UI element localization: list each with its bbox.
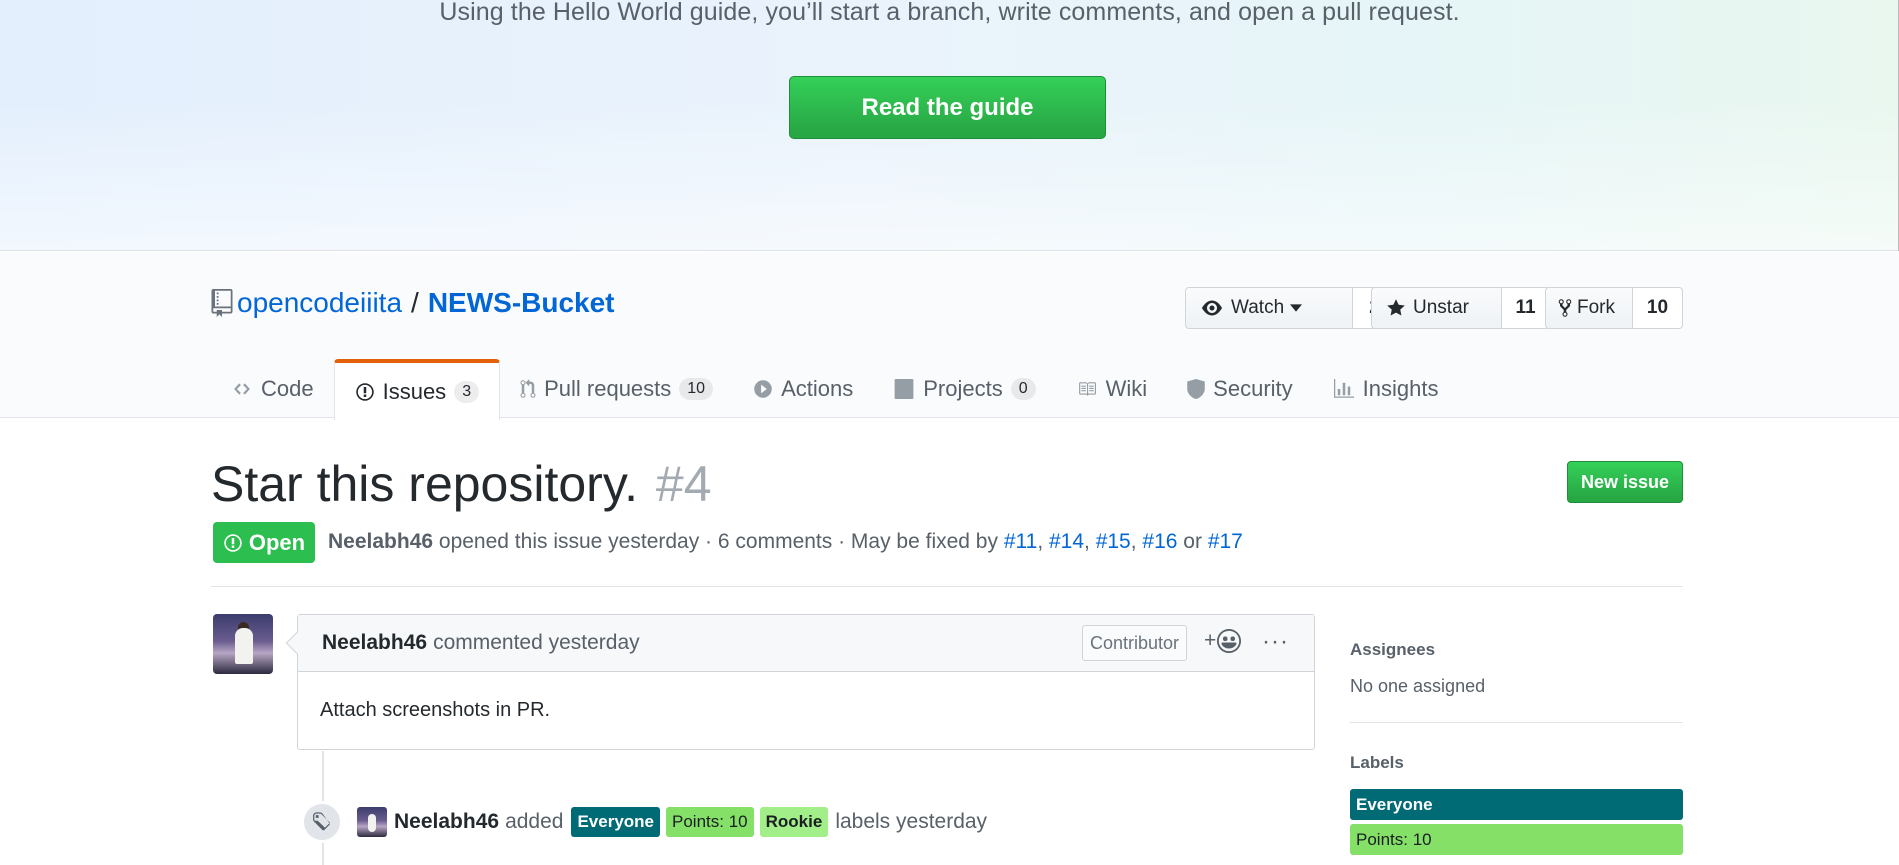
labeled-event: Neelabh46 added Everyone Points: 10 Rook…: [357, 806, 987, 838]
tag-icon: [313, 812, 330, 831]
tab-projects[interactable]: Projects 0: [873, 359, 1055, 419]
repo-header: opencodeiiita / NEWS-Bucket Watch 2 Unst…: [0, 252, 1899, 420]
add-reaction-button[interactable]: +: [1204, 629, 1242, 653]
issue-opened-icon: [224, 533, 242, 552]
star-group: Unstar 11: [1371, 287, 1550, 329]
tab-actions[interactable]: Actions: [733, 359, 873, 419]
event-action-text: added: [505, 810, 564, 833]
watch-group: Watch 2: [1185, 287, 1397, 329]
tab-issues-label: Issues: [382, 378, 447, 404]
smiley-icon: [1217, 629, 1242, 653]
watch-button[interactable]: Watch: [1185, 287, 1353, 329]
tab-issues[interactable]: Issues 3: [333, 359, 501, 420]
tab-wiki-label: Wiki: [1105, 376, 1148, 401]
repo-title: opencodeiiita / NEWS-Bucket: [211, 287, 615, 319]
graph-icon: [1333, 379, 1354, 398]
caret-down-icon: [1290, 304, 1303, 312]
repo-owner-link[interactable]: opencodeiiita: [237, 287, 402, 319]
read-guide-button[interactable]: Read the guide: [789, 76, 1106, 139]
fixed-by-link-14[interactable]: #14: [1049, 530, 1084, 553]
tab-pull-requests[interactable]: Pull requests 10: [500, 359, 733, 419]
hello-world-banner: Using the Hello World guide, you’ll star…: [0, 0, 1899, 251]
sidebar-label-points-10[interactable]: Points: 10: [1350, 824, 1683, 855]
issue-state-label: Open: [248, 529, 306, 555]
issue-number: #4: [655, 456, 712, 512]
tab-wiki[interactable]: Wiki: [1056, 359, 1168, 419]
issue-title: Star this repository. #4: [211, 455, 712, 513]
fixed-by-link-15[interactable]: #15: [1096, 530, 1131, 553]
issue-sidebar: Assignees No one assigned Labels Everyon…: [1350, 640, 1683, 855]
forks-count[interactable]: 10: [1633, 287, 1683, 329]
play-icon: [754, 380, 772, 398]
fork-group: Fork 10: [1545, 287, 1683, 329]
project-icon: [894, 379, 914, 399]
avatar[interactable]: [213, 614, 273, 674]
fixed-by-link-11[interactable]: #11: [1004, 530, 1037, 553]
repo-icon: [211, 289, 233, 317]
banner-text: Using the Hello World guide, you’ll star…: [439, 0, 1460, 26]
tab-projects-label: Projects: [923, 376, 1003, 401]
issue-title-text: Star this repository.: [211, 456, 639, 512]
issue-meta-text: opened this issue yesterday · 6 comments…: [433, 530, 1004, 553]
label-rookie[interactable]: Rookie: [759, 807, 829, 837]
fixed-by-link-17[interactable]: #17: [1208, 530, 1243, 553]
comment-body: Attach screenshots in PR.: [320, 699, 551, 721]
unstar-button[interactable]: Unstar: [1371, 287, 1502, 329]
issue-opened-icon: [355, 382, 374, 401]
issue-state-badge: Open: [213, 522, 315, 563]
tab-insights-label: Insights: [1362, 376, 1439, 401]
repo-forked-icon: [1558, 299, 1572, 317]
contributor-badge: Contributor: [1082, 625, 1188, 661]
fork-button[interactable]: Fork: [1545, 287, 1633, 329]
sidebar-divider: [1350, 722, 1683, 723]
label-everyone[interactable]: Everyone: [571, 807, 661, 837]
issue-comment: Neelabh46 commented yesterday Contributo…: [285, 614, 1315, 750]
issues-counter: 3: [454, 380, 480, 403]
unstar-label: Unstar: [1413, 297, 1469, 318]
comment-author-link[interactable]: Neelabh46: [322, 631, 427, 655]
stargazers-count[interactable]: 11: [1502, 287, 1550, 329]
comment-options-button[interactable]: ···: [1262, 628, 1289, 656]
comment-header: Neelabh46 commented yesterday Contributo…: [298, 615, 1314, 672]
reaction-plus: +: [1204, 629, 1217, 652]
new-issue-button[interactable]: New issue: [1567, 461, 1683, 503]
event-author-link[interactable]: Neelabh46: [394, 810, 499, 834]
fork-label: Fork: [1577, 297, 1615, 318]
labels-heading[interactable]: Labels: [1350, 753, 1683, 773]
repo-nav-tabs: Code Issues 3 Pull requests 10 Actions P…: [211, 359, 1459, 420]
watch-label: Watch: [1231, 297, 1285, 318]
event-badge: [301, 801, 343, 843]
code-icon: [234, 383, 250, 395]
tab-actions-label: Actions: [781, 376, 854, 401]
star-icon: [1387, 299, 1405, 316]
sidebar-label-everyone[interactable]: Everyone: [1350, 789, 1683, 820]
tab-pull-requests-label: Pull requests: [544, 376, 672, 401]
assignees-heading[interactable]: Assignees: [1350, 640, 1683, 660]
issue-meta: Neelabh46 opened this issue yesterday · …: [328, 530, 1243, 553]
book-icon: [1078, 382, 1096, 396]
or-text: or: [1177, 530, 1208, 553]
tab-code[interactable]: Code: [211, 359, 334, 419]
repo-name-link[interactable]: NEWS-Bucket: [428, 287, 615, 319]
avatar[interactable]: [357, 807, 387, 837]
issue-author-link[interactable]: Neelabh46: [328, 530, 433, 553]
tab-security[interactable]: Security: [1167, 359, 1312, 419]
eye-icon: [1202, 300, 1222, 316]
fixed-by-link-16[interactable]: #16: [1142, 530, 1177, 553]
projects-counter: 0: [1010, 378, 1036, 400]
git-pull-request-icon: [520, 379, 536, 398]
tab-security-label: Security: [1213, 376, 1293, 401]
header-divider: [211, 586, 1683, 587]
label-points-10[interactable]: Points: 10: [666, 807, 754, 837]
event-suffix-text: labels yesterday: [835, 810, 988, 833]
tab-code-label: Code: [261, 376, 314, 401]
comment-timestamp[interactable]: commented yesterday: [433, 631, 640, 655]
repo-separator: /: [411, 287, 419, 318]
avatar-figure-body: [235, 628, 253, 664]
assignees-empty-note: No one assigned: [1350, 676, 1486, 696]
tab-insights[interactable]: Insights: [1313, 359, 1459, 419]
pull-requests-counter: 10: [679, 378, 714, 400]
shield-icon: [1187, 379, 1205, 399]
